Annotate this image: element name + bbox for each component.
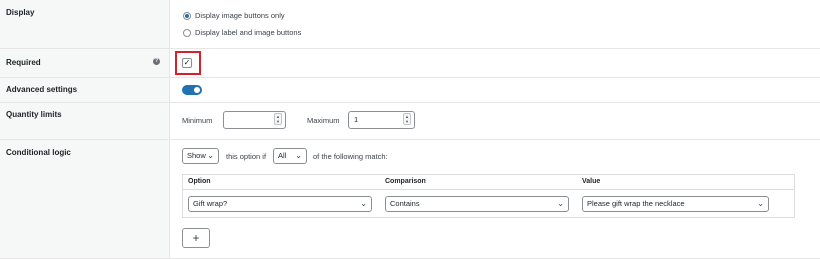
advanced-settings-row: Advanced settings [0, 78, 820, 103]
column-header-option: Option [188, 178, 211, 185]
radio-button[interactable] [183, 28, 191, 37]
rules-table: Option Comparison Value Gift wrap? ⌄ Con… [182, 174, 795, 218]
question-circle-icon[interactable]: ? [153, 58, 160, 65]
conditional-logic-row: Conditional logic Show ⌄ this option if … [0, 140, 820, 259]
advanced-control [170, 78, 820, 102]
rule-option-select[interactable]: Gift wrap? ⌄ [188, 196, 372, 212]
quantity-limits-label: Quantity limits [6, 110, 62, 119]
required-control: ✓ [170, 49, 820, 77]
chevron-down-icon: ⌄ [360, 199, 367, 208]
radio-image-buttons-only[interactable]: Display image buttons only [183, 11, 285, 20]
advanced-settings-toggle[interactable] [182, 85, 202, 95]
radio-label: Display label and image buttons [195, 28, 302, 37]
quantity-controls: Minimum ▲ ▼ Maximum 1 ▲ ▼ [170, 103, 820, 139]
radio-button[interactable] [183, 11, 191, 20]
match-select-value: All [278, 151, 287, 160]
quantity-label-cell: Quantity limits [0, 103, 170, 139]
rule-value-value: Please gift wrap the necklace [587, 199, 685, 208]
maximum-label: Maximum [307, 116, 340, 125]
display-label: Display [6, 8, 35, 17]
action-select-value: Show [187, 151, 206, 160]
toggle-knob [194, 87, 200, 93]
maximum-spinner[interactable]: ▲ ▼ [403, 113, 411, 125]
column-header-value: Value [582, 178, 601, 185]
chevron-down-icon: ⌄ [207, 151, 214, 160]
radio-selected-dot [185, 13, 189, 18]
condition-text-1: this option if [226, 152, 267, 161]
rule-comparison-value: Contains [390, 199, 420, 208]
conditional-label-cell: Conditional logic [0, 140, 170, 258]
rules-table-header: Option Comparison Value [183, 175, 794, 190]
add-rule-button[interactable]: + [182, 228, 210, 248]
required-label-cell: Required ? [0, 49, 170, 77]
display-setting-row: Display Display image buttons only Displ… [0, 0, 820, 49]
condition-text-2: of the following match: [313, 152, 388, 161]
advanced-label-cell: Advanced settings [0, 78, 170, 102]
action-select[interactable]: Show ⌄ [182, 148, 219, 164]
rule-comparison-select[interactable]: Contains ⌄ [385, 196, 569, 212]
chevron-down-icon: ⌄ [295, 151, 302, 160]
radio-label-and-image-buttons[interactable]: Display label and image buttons [183, 28, 301, 37]
minimum-spinner[interactable]: ▲ ▼ [274, 113, 282, 125]
required-setting-row: Required ? ✓ [0, 49, 820, 78]
chevron-down-icon: ⌄ [557, 199, 564, 208]
display-label-cell: Display [0, 0, 170, 48]
match-select[interactable]: All ⌄ [273, 148, 307, 164]
rule-value-select[interactable]: Please gift wrap the necklace ⌄ [582, 196, 769, 212]
column-header-comparison: Comparison [385, 178, 426, 185]
quantity-limits-row: Quantity limits Minimum ▲ ▼ Maximum 1 ▲ ▼ [0, 103, 820, 140]
minimum-label: Minimum [182, 116, 213, 125]
display-options: Display image buttons only Display label… [170, 0, 820, 48]
radio-label: Display image buttons only [195, 11, 285, 20]
required-label: Required [6, 58, 41, 67]
conditional-logic-label: Conditional logic [6, 148, 71, 157]
conditional-controls: Show ⌄ this option if All ⌄ of the follo… [170, 140, 820, 258]
chevron-down-icon: ⌄ [757, 199, 764, 208]
rule-option-value: Gift wrap? [193, 199, 228, 208]
advanced-settings-label: Advanced settings [6, 85, 78, 94]
required-checkbox[interactable]: ✓ [182, 58, 192, 68]
